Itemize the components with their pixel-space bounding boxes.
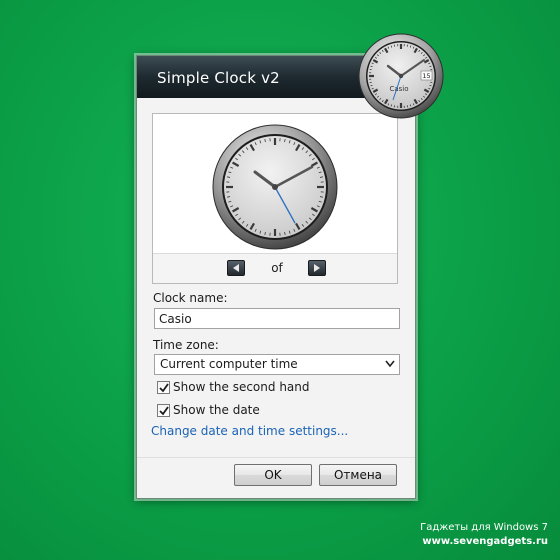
gadget-brand: Casio bbox=[389, 85, 408, 93]
dialog-body: of Clock name: Time zone: Current comput… bbox=[137, 98, 415, 498]
dialog-footer: OK Отмена bbox=[137, 457, 415, 498]
watermark-caption: Гаджеты для Windows 7 bbox=[420, 522, 548, 533]
arrow-right-icon bbox=[314, 264, 320, 272]
checkmark-icon bbox=[159, 406, 169, 416]
clock-preview: of bbox=[152, 113, 398, 284]
settings-dialog: Simple Clock v2 of Clock name: Casio Tim… bbox=[136, 55, 416, 499]
checkbox-box[interactable] bbox=[157, 404, 170, 417]
previous-clock-button[interactable] bbox=[227, 260, 245, 276]
clock-name-label: Clock name: bbox=[153, 291, 228, 305]
clock-face-preview bbox=[212, 124, 338, 250]
dialog-title: Simple Clock v2 bbox=[157, 69, 280, 87]
change-date-time-link[interactable]: Change date and time settings... bbox=[151, 424, 348, 438]
clock-gadget[interactable]: 15 Casio bbox=[357, 32, 445, 120]
watermark-url: www.sevengadgets.ru bbox=[422, 536, 548, 547]
checkmark-icon bbox=[159, 383, 169, 393]
time-zone-select[interactable]: Current computer time bbox=[154, 354, 400, 375]
show-second-hand-label: Show the second hand bbox=[173, 380, 310, 394]
preview-page-label: of bbox=[271, 261, 283, 275]
next-clock-button[interactable] bbox=[308, 260, 326, 276]
checkbox-box[interactable] bbox=[157, 381, 170, 394]
gadget-date: 15 bbox=[422, 72, 430, 80]
ok-button[interactable]: OK bbox=[234, 464, 312, 486]
preview-navigation: of bbox=[153, 253, 397, 283]
show-date-label: Show the date bbox=[173, 403, 260, 417]
clock-name-input[interactable] bbox=[154, 308, 400, 329]
cancel-button[interactable]: Отмена bbox=[319, 464, 397, 486]
time-zone-label: Time zone: bbox=[153, 338, 219, 352]
chevron-down-icon bbox=[385, 360, 395, 368]
time-zone-value: Current computer time bbox=[160, 357, 298, 371]
arrow-left-icon bbox=[233, 264, 239, 272]
